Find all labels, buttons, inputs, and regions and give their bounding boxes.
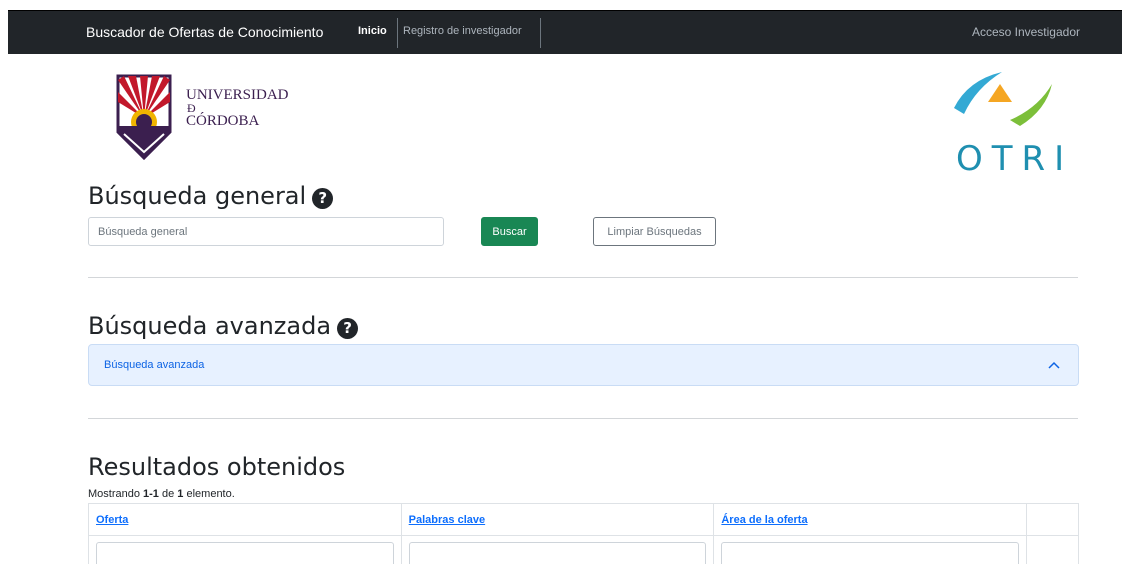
sort-link-oferta[interactable]: Oferta bbox=[96, 514, 128, 526]
top-navbar: Buscador de Ofertas de Conocimiento Inic… bbox=[8, 10, 1122, 54]
filter-cell bbox=[88, 535, 402, 564]
clear-searches-button[interactable]: Limpiar Búsquedas bbox=[593, 217, 716, 246]
column-header-oferta: Oferta bbox=[88, 503, 402, 536]
university-name-line-1: UNIVERSIDAD bbox=[186, 87, 289, 103]
otri-mark-icon bbox=[954, 72, 1052, 126]
column-header-actions bbox=[1026, 503, 1079, 536]
nav-link-inicio[interactable]: Inicio bbox=[358, 25, 387, 37]
advanced-search-accordion[interactable]: Búsqueda avanzada bbox=[88, 344, 1079, 386]
column-header-palabras-clave: Palabras clave bbox=[400, 503, 715, 536]
university-name-line-3: CÓRDOBA bbox=[186, 113, 260, 129]
table-header-row: Oferta Palabras clave Área de la oferta bbox=[88, 503, 1079, 536]
chevron-up-icon bbox=[1048, 361, 1060, 369]
general-search-input[interactable] bbox=[88, 217, 444, 246]
general-search-heading: Búsqueda general? bbox=[88, 182, 334, 210]
section-divider bbox=[88, 277, 1078, 278]
university-logo: UNIVERSIDAD Ð CÓRDOBA bbox=[116, 72, 316, 162]
browser-viewport: Buscador de Ofertas de Conocimiento Inic… bbox=[8, 10, 1130, 564]
table-filter-row bbox=[88, 535, 1079, 564]
summary-suffix: elemento. bbox=[183, 488, 235, 500]
filter-cell-empty bbox=[1026, 535, 1079, 564]
otri-logo: OTRI bbox=[942, 62, 1064, 179]
results-heading: Resultados obtenidos bbox=[88, 453, 346, 481]
filter-input-oferta[interactable] bbox=[96, 542, 394, 564]
general-search-title: Búsqueda general bbox=[88, 182, 307, 210]
university-name: UNIVERSIDAD Ð CÓRDOBA bbox=[186, 88, 289, 129]
sort-link-area[interactable]: Área de la oferta bbox=[721, 514, 807, 526]
section-divider bbox=[88, 418, 1078, 419]
filter-cell bbox=[400, 535, 715, 564]
filter-input-palabras-clave[interactable] bbox=[408, 542, 707, 564]
navbar-brand[interactable]: Buscador de Ofertas de Conocimiento bbox=[86, 24, 323, 40]
question-circle-icon[interactable]: ? bbox=[337, 318, 359, 339]
nav-divider bbox=[540, 18, 541, 48]
sort-link-palabras-clave[interactable]: Palabras clave bbox=[409, 514, 485, 526]
results-summary: Mostrando 1-1 de 1 elemento. bbox=[88, 488, 235, 500]
otri-wordmark: OTRI bbox=[956, 139, 1074, 179]
search-button[interactable]: Buscar bbox=[481, 217, 538, 246]
column-header-area: Área de la oferta bbox=[713, 503, 1028, 536]
summary-range: 1-1 bbox=[143, 488, 159, 500]
results-table: Oferta Palabras clave Área de la oferta bbox=[88, 503, 1079, 564]
filter-cell bbox=[713, 535, 1028, 564]
summary-prefix: Mostrando bbox=[88, 488, 144, 500]
nav-link-acceso-investigador[interactable]: Acceso Investigador bbox=[972, 25, 1080, 39]
accordion-label: Búsqueda avanzada bbox=[104, 359, 205, 371]
advanced-search-heading: Búsqueda avanzada? bbox=[88, 312, 359, 340]
summary-middle: de bbox=[158, 488, 178, 500]
filter-input-area[interactable] bbox=[721, 542, 1020, 564]
nav-link-registro[interactable]: Registro de investigador bbox=[403, 25, 522, 37]
question-circle-icon[interactable]: ? bbox=[312, 188, 334, 209]
nav-divider bbox=[397, 18, 398, 48]
university-shield-icon bbox=[116, 74, 172, 160]
advanced-search-title: Búsqueda avanzada bbox=[88, 312, 332, 340]
